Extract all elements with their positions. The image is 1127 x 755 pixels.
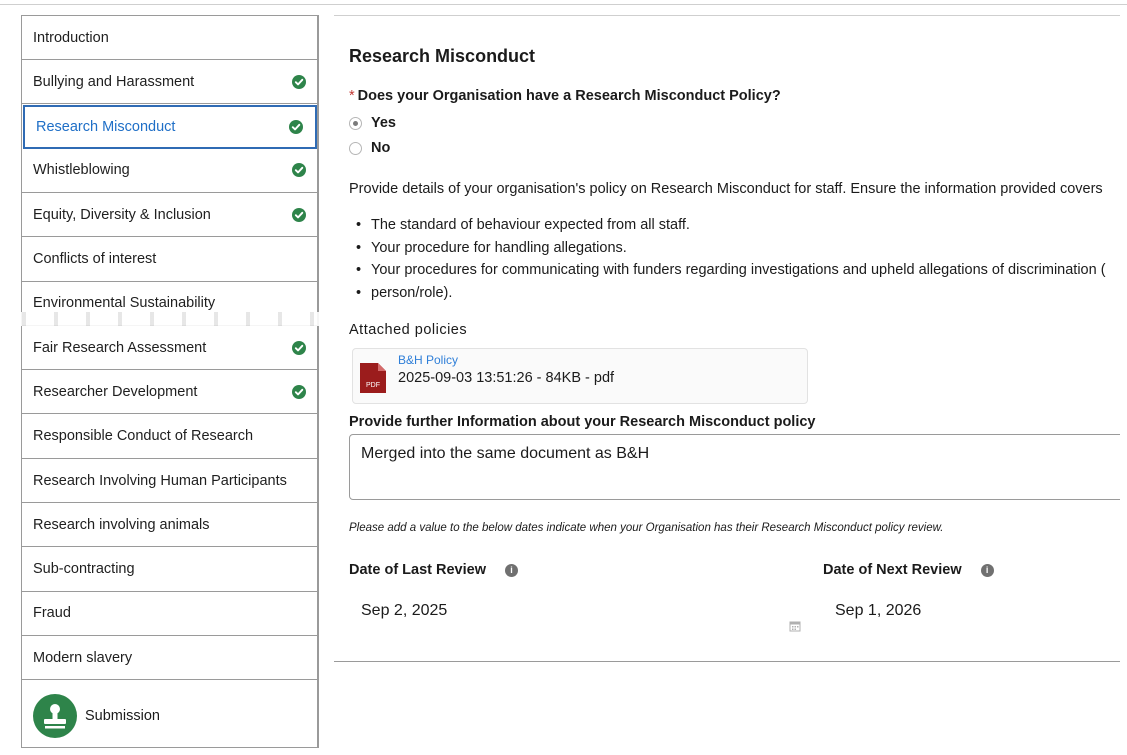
radio-no[interactable]: No bbox=[349, 140, 390, 156]
sidebar-item-label: Research involving animals bbox=[33, 516, 210, 533]
last-review-label: Date of Last Review bbox=[349, 562, 486, 578]
sidebar-item-label: Environmental Sustainability bbox=[33, 295, 216, 312]
attached-policies-label: Attached policies bbox=[349, 322, 468, 338]
check-circle-icon bbox=[289, 119, 303, 134]
sidebar-item-label: Fair Research Assessment bbox=[33, 339, 207, 356]
further-info-label: Provide further Information about your R… bbox=[349, 414, 816, 430]
sidebar-item-bullying-and-harassment[interactable]: Bullying and Harassment bbox=[22, 60, 318, 105]
radio-no-indicator[interactable] bbox=[349, 141, 362, 155]
info-icon[interactable]: i bbox=[980, 563, 994, 577]
render-glitch-band bbox=[0, 312, 340, 326]
sidebar-item-label: Sub-contracting bbox=[33, 561, 135, 578]
sidebar-item-label: Equity, Diversity & Inclusion bbox=[33, 206, 211, 223]
check-circle-icon bbox=[292, 340, 306, 355]
radio-yes[interactable]: Yes bbox=[349, 115, 396, 131]
sidebar-item-researcher-development[interactable]: Researcher Development bbox=[22, 370, 318, 415]
stamp-icon bbox=[33, 693, 77, 738]
pdf-file-icon: PDF bbox=[360, 363, 386, 393]
check-circle-icon bbox=[292, 384, 306, 399]
further-info-textarea[interactable]: Merged into the same document as B&H bbox=[349, 434, 1127, 500]
section-bottom-divider bbox=[334, 661, 1127, 662]
sidebar-item-label: Responsible Conduct of Research bbox=[33, 428, 254, 445]
section-sidebar: Introduction Bullying and Harassment Resea… bbox=[21, 15, 319, 748]
list-item: Your procedures for communicating with f… bbox=[356, 259, 1106, 282]
radio-yes-label: Yes bbox=[371, 115, 396, 131]
sidebar-item-research-involving-human-participants[interactable]: Research Involving Human Participants bbox=[22, 459, 318, 503]
page-title: Research Misconduct bbox=[349, 46, 536, 66]
sidebar-item-conflicts-of-interest[interactable]: Conflicts of interest bbox=[22, 238, 318, 282]
calendar-icon[interactable] bbox=[789, 619, 801, 632]
sidebar-item-introduction[interactable]: Introduction bbox=[22, 16, 318, 60]
requirements-list: The standard of behaviour expected from … bbox=[356, 214, 1106, 304]
check-circle-icon bbox=[292, 207, 306, 222]
sidebar-item-label: Bullying and Harassment bbox=[33, 73, 195, 90]
sidebar-item-research-involving-animals[interactable]: Research involving animals bbox=[22, 503, 318, 548]
sidebar-item-label: Modern slavery bbox=[33, 649, 133, 666]
sidebar-item-fair-research-assessment[interactable]: Fair Research Assessment bbox=[22, 326, 318, 371]
sidebar-item-sub-contracting[interactable]: Sub-contracting bbox=[22, 548, 318, 592]
viewport-right-clip bbox=[1120, 15, 1127, 755]
next-review-date-input[interactable]: Sep 1, 2026 bbox=[835, 602, 921, 620]
check-circle-icon bbox=[292, 163, 306, 178]
file-name-link[interactable]: B&H Policy bbox=[398, 353, 458, 367]
check-circle-icon bbox=[292, 74, 306, 89]
next-review-label: Date of Next Review bbox=[823, 562, 962, 578]
sidebar-item-submission[interactable]: Submission bbox=[22, 684, 318, 747]
pdf-icon-text: PDF bbox=[366, 382, 380, 389]
list-item: Your procedure for handling allegations. bbox=[356, 237, 1106, 260]
sidebar-item-whistleblowing[interactable]: Whistleblowing bbox=[22, 149, 318, 193]
attached-file-card[interactable]: PDF B&H Policy 2025-09-03 13:51:26 - 84K… bbox=[352, 348, 808, 404]
dates-hint: Please add a value to the below dates in… bbox=[349, 522, 944, 534]
top-divider bbox=[0, 4, 1127, 5]
required-marker: * bbox=[349, 88, 355, 104]
main-top-divider bbox=[334, 15, 1127, 16]
policy-details-text: Provide details of your organisation's p… bbox=[349, 181, 1103, 197]
sidebar-item-equity-diversity-inclusion[interactable]: Equity, Diversity & Inclusion bbox=[22, 193, 318, 238]
sidebar-item-modern-slavery[interactable]: Modern slavery bbox=[22, 636, 318, 681]
last-review-label-group: Date of Last Review i bbox=[349, 562, 518, 578]
radio-yes-indicator[interactable] bbox=[349, 116, 362, 130]
info-icon[interactable]: i bbox=[505, 563, 518, 577]
sidebar-item-label: Whistleblowing bbox=[33, 162, 130, 179]
sidebar-item-label: Introduction bbox=[33, 29, 109, 46]
next-review-label-group: Date of Next Review i bbox=[823, 562, 994, 578]
sidebar-item-research-misconduct[interactable]: Research Misconduct bbox=[23, 104, 317, 149]
sidebar-item-label: Research Involving Human Participants bbox=[33, 472, 287, 489]
policy-question: * Does your Organisation have a Research … bbox=[349, 88, 781, 104]
last-review-date-input[interactable]: Sep 2, 2025 bbox=[361, 602, 447, 620]
list-item-continuation: person/role). bbox=[356, 282, 1106, 305]
sidebar-item-fraud[interactable]: Fraud bbox=[22, 592, 318, 636]
radio-no-label: No bbox=[371, 140, 391, 156]
main-panel: Research Misconduct * Does your Organisat… bbox=[334, 15, 1127, 755]
sidebar-item-responsible-conduct-of-research[interactable]: Responsible Conduct of Research bbox=[22, 415, 318, 459]
sidebar-item-label: Research Misconduct bbox=[36, 118, 176, 135]
list-item: The standard of behaviour expected from … bbox=[356, 214, 1106, 237]
sidebar-item-label: Submission bbox=[85, 707, 160, 724]
sidebar-item-label: Fraud bbox=[33, 605, 71, 622]
question-label: Does your Organisation have a Research M… bbox=[357, 88, 781, 104]
sidebar-item-label: Researcher Development bbox=[33, 383, 198, 400]
sidebar-item-label: Conflicts of interest bbox=[33, 251, 157, 267]
file-metadata: 2025-09-03 13:51:26 - 84KB - pdf bbox=[398, 370, 615, 386]
